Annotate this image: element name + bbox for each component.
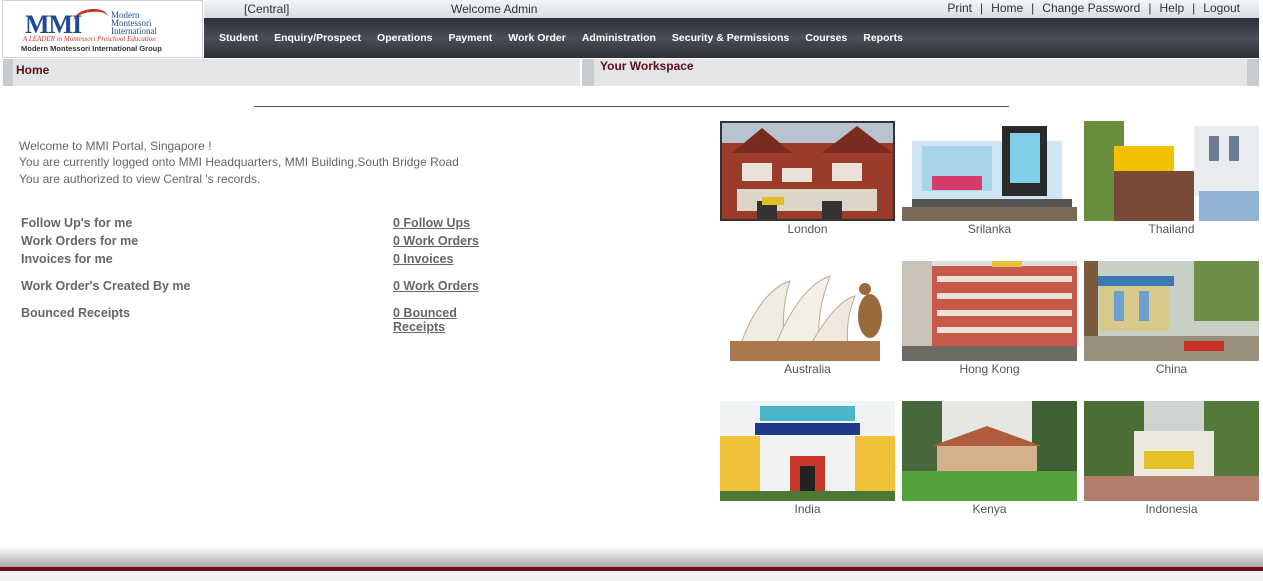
menu-enquiry-prospect[interactable]: Enquiry/Prospect	[266, 32, 369, 44]
region-label: [Central]	[244, 2, 290, 16]
country-tile-india[interactable]: India	[720, 401, 895, 516]
menu-operations[interactable]: Operations	[369, 32, 440, 44]
country-tile-australia[interactable]: Australia	[720, 261, 895, 376]
welcome-line: Welcome to MMI Portal, Singapore !	[19, 139, 212, 153]
footer-base	[0, 571, 1263, 581]
hong-kong-photo[interactable]	[902, 261, 1077, 361]
logout-link[interactable]: Logout	[1198, 1, 1245, 15]
logo-tagline: A LEADER in Montessori Preschool Educati…	[23, 35, 156, 43]
logo-words: Modern Montessori International	[111, 10, 157, 36]
welcome-message: Welcome to MMI Portal, Singapore ! You a…	[19, 138, 459, 187]
menu-security-permissions[interactable]: Security & Permissions	[664, 32, 797, 44]
country-tile-indonesia[interactable]: Indonesia	[1084, 401, 1259, 516]
print-link[interactable]: Print	[942, 1, 977, 15]
summary-label: Follow Up's for me	[21, 216, 133, 230]
country-tile-thailand[interactable]: Thailand	[1084, 121, 1259, 236]
country-tile-hong-kong[interactable]: Hong Kong	[902, 261, 1077, 376]
separator: |	[1192, 1, 1196, 15]
country-tile-kenya[interactable]: Kenya	[902, 401, 1077, 516]
menu-courses[interactable]: Courses	[797, 32, 855, 44]
work-orders-link[interactable]: 0 Work Orders	[393, 234, 488, 248]
srilanka-photo[interactable]	[902, 121, 1077, 221]
home-title: Home	[16, 63, 50, 77]
country-caption: India	[794, 502, 821, 516]
london-photo[interactable]	[720, 121, 895, 221]
country-caption: Indonesia	[1145, 502, 1198, 516]
workspace-title: Your Workspace	[600, 59, 694, 73]
created-work-orders-link[interactable]: 0 Work Orders	[393, 279, 488, 293]
menu-student[interactable]: Student	[211, 32, 266, 44]
top-links: Print | Home | Change Password | Help | …	[942, 1, 1245, 15]
menu-payment[interactable]: Payment	[440, 32, 500, 44]
country-caption: Srilanka	[967, 222, 1012, 236]
main-menu: Student Enquiry/Prospect Operations Paym…	[204, 18, 1259, 58]
country-gallery: London Srilanka Thailand Australia Hong …	[720, 121, 1259, 521]
separator: |	[1148, 1, 1152, 15]
menu-work-order[interactable]: Work Order	[500, 32, 574, 44]
country-caption: Kenya	[972, 502, 1007, 516]
country-caption: Thailand	[1148, 222, 1195, 236]
country-caption: Hong Kong	[959, 362, 1020, 376]
indonesia-photo[interactable]	[1084, 401, 1259, 501]
country-tile-china[interactable]: China	[1084, 261, 1259, 376]
follow-ups-link[interactable]: 0 Follow Ups	[393, 216, 488, 230]
separator: |	[980, 1, 984, 15]
china-photo[interactable]	[1084, 261, 1259, 361]
footer-bar	[0, 547, 1263, 568]
welcome-user: Welcome Admin	[451, 2, 538, 16]
bounced-receipts-link[interactable]: 0 Bounced Receipts	[393, 306, 488, 334]
country-caption: China	[1155, 362, 1188, 376]
country-tile-london[interactable]: London	[720, 121, 895, 236]
australia-photo[interactable]	[720, 261, 895, 361]
mmi-logo[interactable]: MMI Modern Montessori International A LE…	[2, 0, 203, 58]
welcome-line: You are authorized to view Central 's re…	[19, 171, 261, 186]
india-photo[interactable]	[720, 401, 895, 501]
thailand-photo[interactable]	[1084, 121, 1259, 221]
home-link[interactable]: Home	[986, 1, 1028, 15]
help-link[interactable]: Help	[1154, 1, 1189, 15]
logo-group-name: Modern Montessori International Group	[21, 44, 162, 53]
home-title-bar: Home	[3, 59, 580, 86]
change-password-link[interactable]: Change Password	[1037, 1, 1145, 15]
invoices-link[interactable]: 0 Invoices	[393, 252, 488, 266]
summary-label: Work Order's Created By me	[21, 279, 191, 293]
kenya-photo[interactable]	[902, 401, 1077, 501]
summary-label: Invoices for me	[21, 252, 113, 266]
country-caption: Australia	[784, 362, 831, 376]
summary-label: Bounced Receipts	[21, 306, 131, 320]
welcome-line: You are currently logged onto MMI Headqu…	[19, 155, 459, 170]
country-tile-srilanka[interactable]: Srilanka	[902, 121, 1077, 236]
separator: |	[1031, 1, 1035, 15]
menu-administration[interactable]: Administration	[574, 32, 664, 44]
summary-label: Work Orders for me	[21, 234, 139, 248]
menu-reports[interactable]: Reports	[855, 32, 911, 44]
divider-line	[254, 106, 1009, 107]
workspace-title-bar: Your Workspace	[582, 59, 1259, 86]
country-caption: London	[787, 222, 828, 236]
top-bar: [Central] Welcome Admin Print | Home | C…	[204, 0, 1259, 18]
